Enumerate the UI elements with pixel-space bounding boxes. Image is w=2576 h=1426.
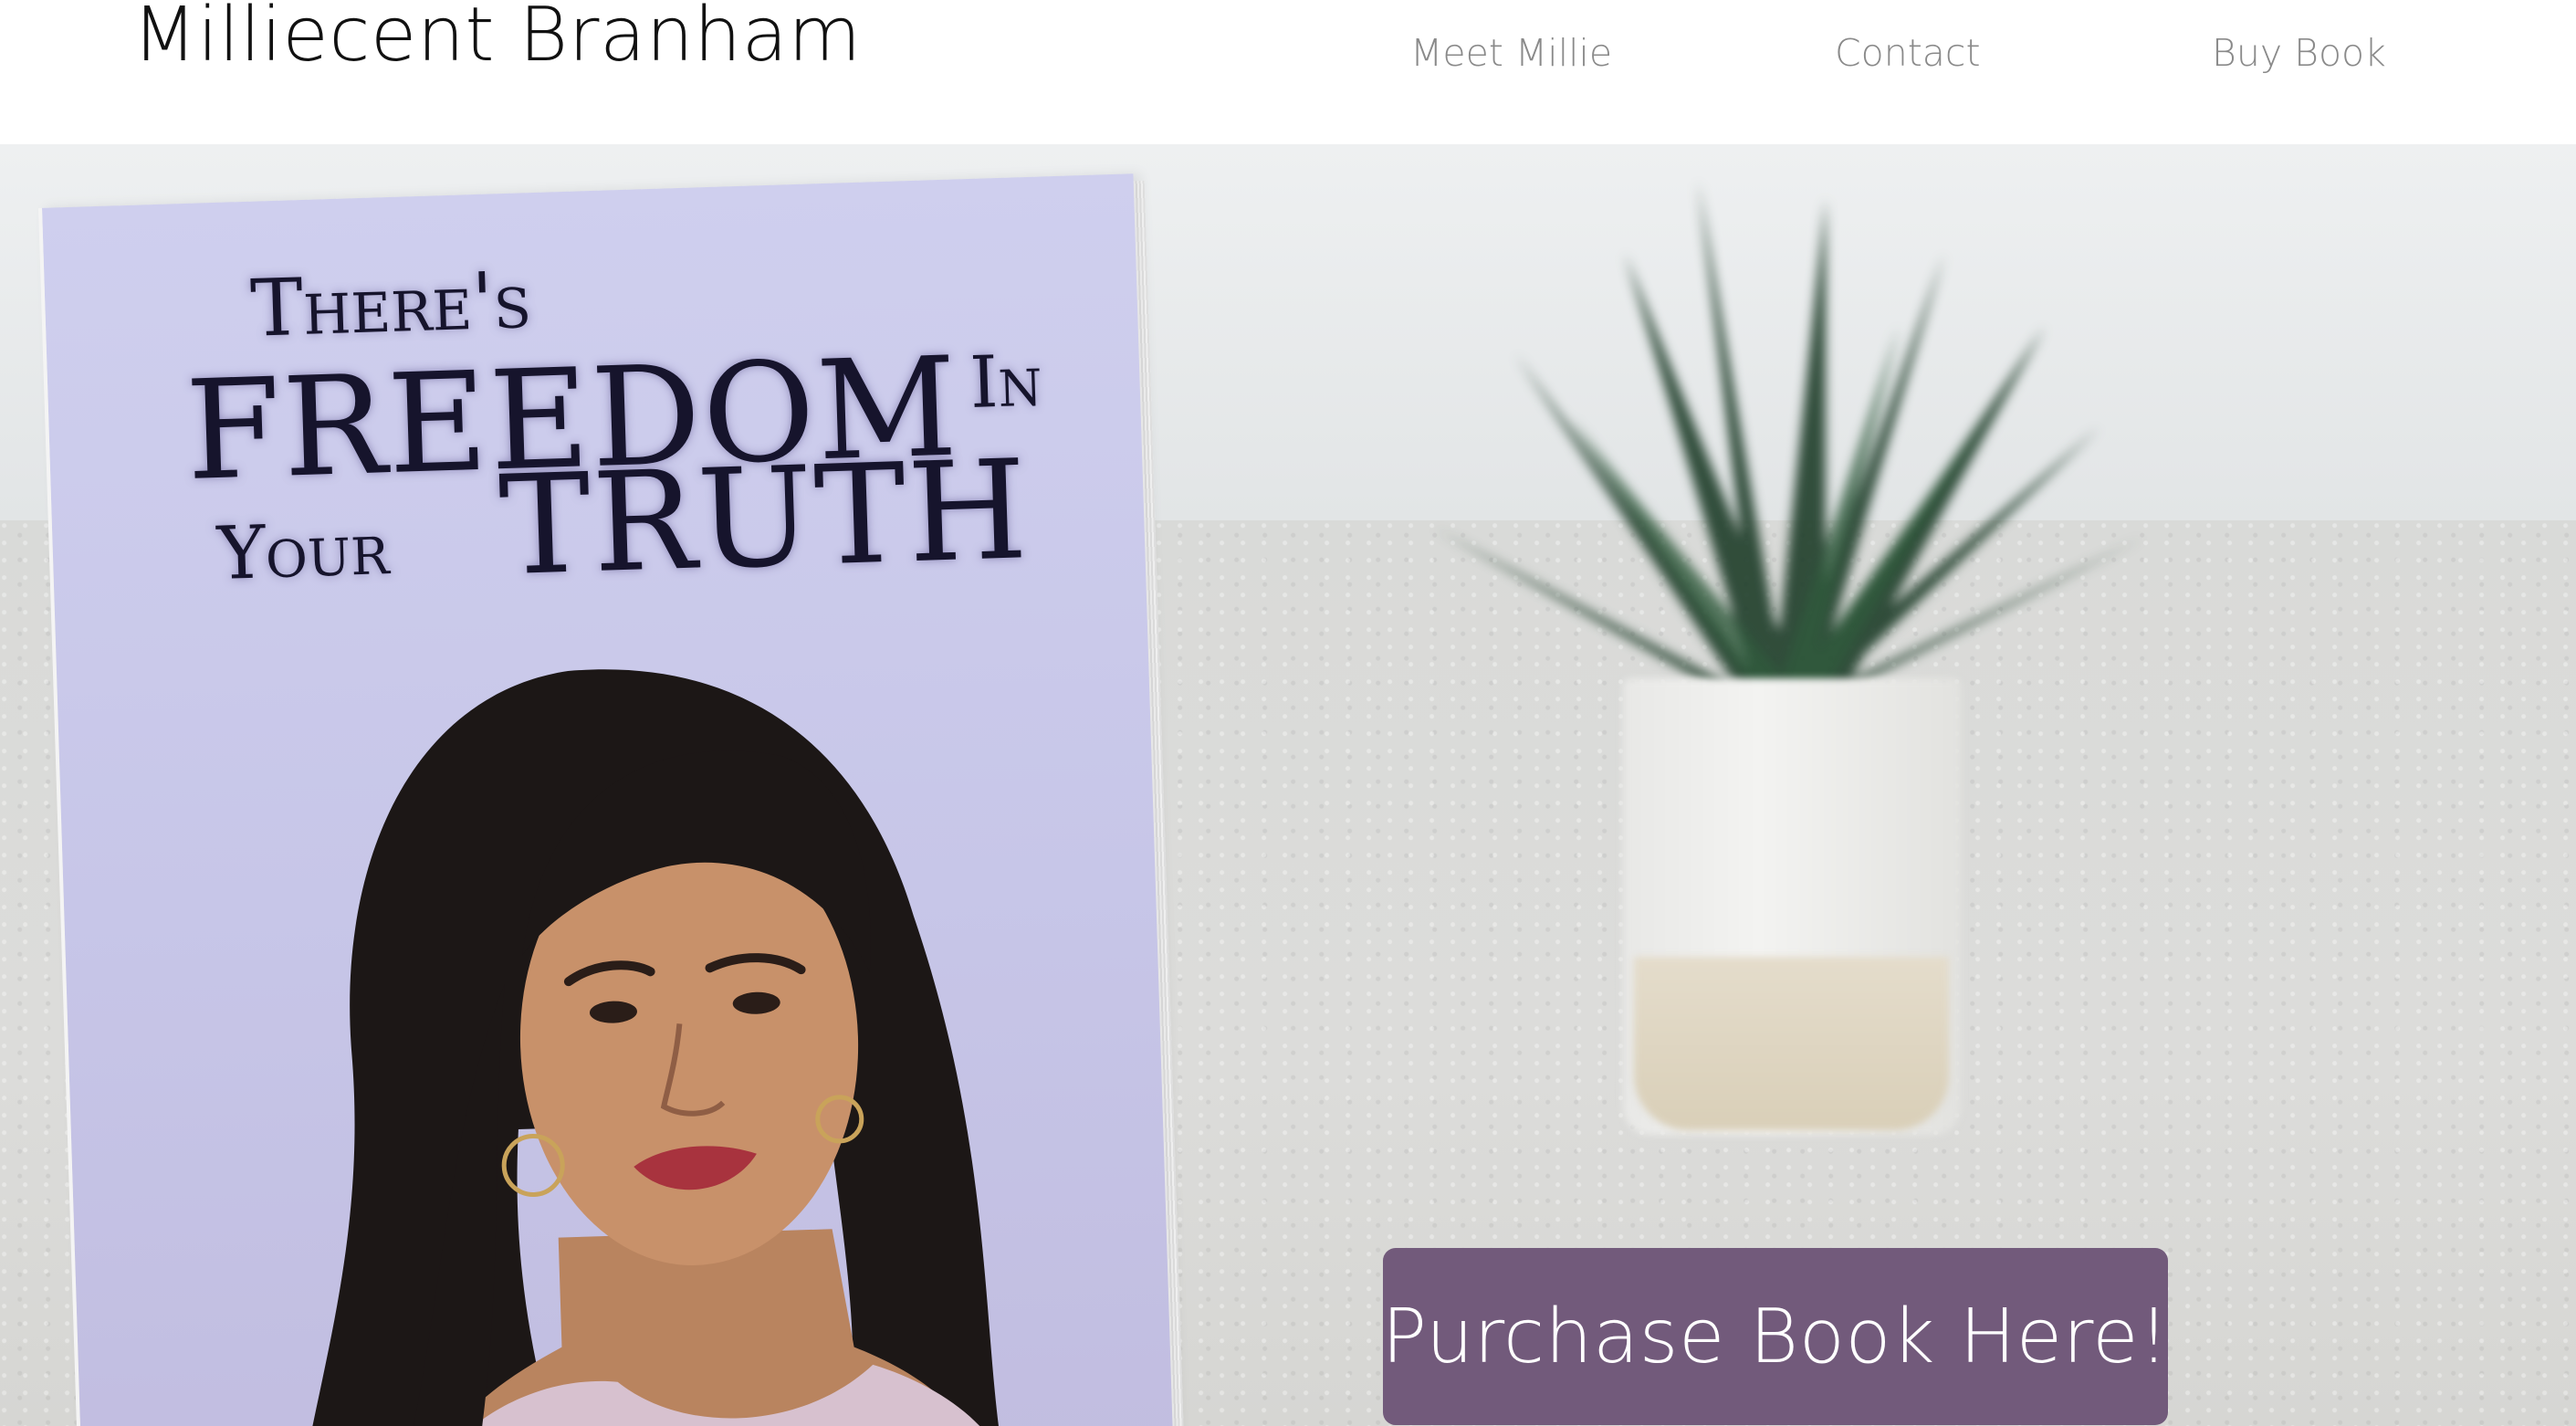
nav-link-contact[interactable]: Contact	[1835, 31, 1981, 76]
site-title[interactable]: Milliecent Branham	[132, 0, 862, 77]
nav-link-meet-millie[interactable]: Meet Millie	[1410, 31, 1612, 76]
site-header: Milliecent Branham Meet Millie Contact B…	[0, 0, 2576, 144]
plant-pot-base	[1634, 957, 1949, 1130]
book-cover: There's FREEDOM In Your TRUTH	[38, 173, 1174, 1426]
book-title-theres: There's	[249, 255, 533, 355]
book-title-in: In	[969, 340, 1043, 425]
hero-banner: There's FREEDOM In Your TRUTH Purchase B…	[0, 144, 2576, 1426]
book-image: There's FREEDOM In Your TRUTH	[38, 173, 1185, 1426]
book-title-your: Your	[215, 506, 391, 597]
nav-link-buy-book[interactable]: Buy Book	[2212, 31, 2386, 76]
author-portrait	[301, 669, 1004, 1426]
book-title-truth: TRUTH	[497, 431, 1031, 607]
purchase-book-button[interactable]: Purchase Book Here!	[1382, 1248, 2169, 1425]
